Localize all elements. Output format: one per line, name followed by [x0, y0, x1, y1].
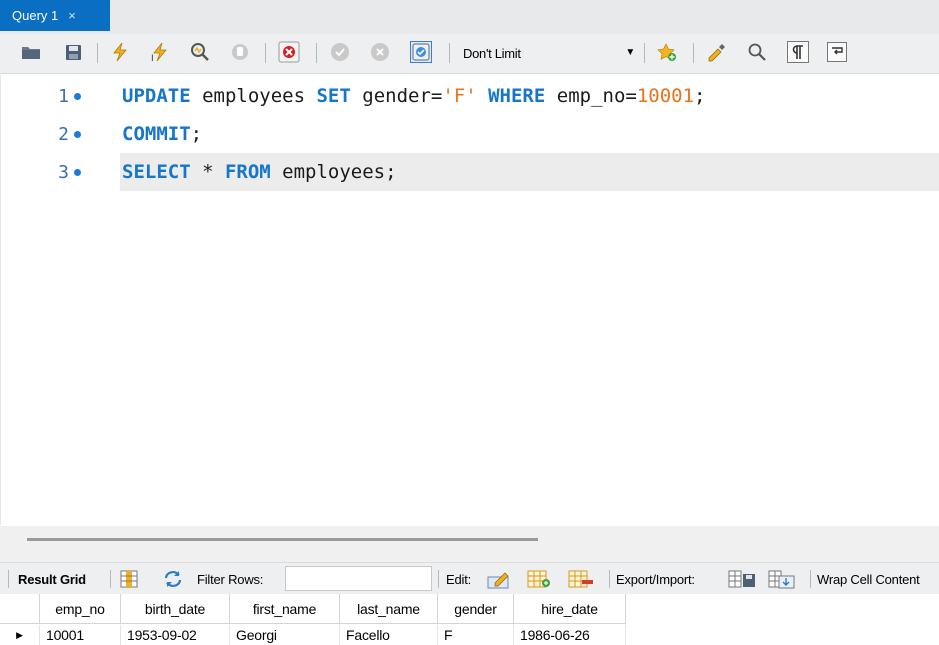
toolbar-separator [810, 570, 811, 588]
execute-icon[interactable] [109, 41, 131, 63]
grid-header-row: emp_no birth_date first_name last_name g… [0, 594, 626, 624]
toolbar-separator [449, 43, 450, 63]
code-line: UPDATE employees SET gender='F' WHERE em… [122, 85, 705, 107]
toolbar-separator [8, 570, 9, 588]
grid-cell[interactable]: 1986-06-26 [514, 625, 626, 645]
add-snippet-icon[interactable] [656, 41, 678, 63]
editor-line-2: 2 COMMIT; [1, 115, 939, 153]
line-number: 2 [58, 123, 69, 145]
toolbar-separator [97, 43, 98, 63]
close-tab-icon[interactable]: × [68, 8, 76, 23]
column-header-birth-date[interactable]: birth_date [121, 594, 230, 624]
column-header-first-name[interactable]: first_name [230, 594, 340, 624]
toolbar-separator [265, 43, 266, 63]
sql-string: 'F' [442, 85, 477, 107]
statement-marker-icon [74, 130, 81, 138]
tab-title: Query 1 [12, 8, 59, 23]
filter-rows-input[interactable] [285, 566, 432, 591]
export-icon[interactable] [728, 569, 756, 589]
statement-marker-icon [74, 168, 81, 176]
toolbar-separator [609, 570, 610, 588]
toolbar-separator [438, 570, 439, 588]
save-icon[interactable] [62, 41, 84, 63]
grid-layout-icon[interactable] [120, 569, 138, 589]
rollback-icon[interactable] [369, 41, 391, 63]
grid-cell[interactable]: Georgi [230, 625, 340, 645]
horizontal-scrollbar[interactable] [27, 538, 538, 541]
editor-line-1: 1 UPDATE employees SET gender='F' WHERE … [1, 77, 939, 115]
sql-keyword: FROM [224, 161, 271, 183]
sql-keyword: SET [316, 85, 351, 107]
result-grid: emp_no birth_date first_name last_name g… [0, 594, 939, 645]
filter-rows-label: Filter Rows: [197, 571, 264, 587]
refresh-icon[interactable] [163, 569, 183, 589]
import-icon[interactable] [768, 569, 796, 589]
column-header-last-name[interactable]: last_name [340, 594, 438, 624]
grid-cell[interactable]: 1953-09-02 [121, 625, 230, 645]
line-number: 1 [58, 85, 69, 107]
sql-keyword: COMMIT [122, 123, 191, 145]
grid-cell[interactable]: 10001 [40, 625, 121, 645]
sql-text: emp_no= [545, 85, 637, 107]
toolbar-separator [693, 43, 694, 63]
toolbar-separator [110, 570, 111, 588]
sql-text: ; [190, 123, 203, 145]
autocommit-icon[interactable] [410, 41, 432, 63]
sql-editor-toolbar: I Don't Limit ▼ [0, 34, 939, 74]
edit-row-icon[interactable] [487, 569, 511, 589]
commit-icon[interactable] [329, 41, 351, 63]
table-row[interactable]: ▶ 10001 1953-09-02 Georgi Facello F 1986… [0, 625, 626, 645]
sql-text: ; [694, 85, 706, 107]
grid-cell[interactable]: F [438, 625, 514, 645]
toolbar-separator [644, 43, 645, 63]
sql-text: gender= [350, 85, 443, 107]
result-toolbar: Result Grid Filter Rows: Edit: Export/Im… [0, 562, 939, 594]
query-tab-bar: Query 1 × [0, 0, 939, 34]
panel-splitter[interactable] [0, 526, 939, 562]
line-number: 3 [58, 161, 69, 183]
svg-text:I: I [151, 54, 154, 62]
column-header-hire-date[interactable]: hire_date [514, 594, 626, 624]
code-line: SELECT * FROM employees; [122, 161, 397, 183]
invisible-chars-icon[interactable] [787, 41, 809, 63]
sql-text: employees [190, 85, 317, 107]
column-header-gender[interactable]: gender [438, 594, 514, 624]
explain-icon[interactable] [189, 41, 211, 63]
grid-cell[interactable]: Facello [340, 625, 438, 645]
code-line: COMMIT; [122, 123, 202, 145]
sql-text: employees; [270, 161, 397, 183]
edit-label: Edit: [446, 571, 472, 587]
delete-row-icon[interactable] [568, 569, 594, 589]
open-folder-icon[interactable] [20, 41, 42, 63]
limit-rows-select[interactable]: Don't Limit ▼ [457, 42, 639, 64]
beautify-icon[interactable] [706, 41, 728, 63]
sql-number: 10001 [636, 85, 695, 107]
statement-marker-icon [74, 92, 81, 100]
result-grid-tab[interactable]: Result Grid [18, 569, 86, 589]
toolbar-separator [316, 43, 317, 63]
export-import-label: Export/Import: [616, 571, 695, 587]
execute-current-icon[interactable]: I [149, 41, 171, 63]
toggle-error-icon[interactable] [278, 41, 300, 63]
editor-line-3: 3 SELECT * FROM employees; [1, 153, 939, 191]
stop-icon[interactable] [229, 41, 251, 63]
sql-text: * [190, 161, 225, 183]
sql-keyword: WHERE [488, 85, 546, 107]
chevron-down-icon: ▼ [625, 47, 635, 58]
insert-row-icon[interactable] [527, 569, 551, 589]
sql-keyword: SELECT [122, 161, 191, 183]
word-wrap-icon[interactable] [827, 42, 847, 62]
limit-rows-value: Don't Limit [463, 45, 521, 61]
sql-keyword: UPDATE [122, 85, 191, 107]
tab-query-1[interactable]: Query 1 × [0, 0, 110, 31]
wrap-cell-content-toggle[interactable]: Wrap Cell Content [817, 569, 920, 589]
column-header-emp-no[interactable]: emp_no [40, 594, 121, 624]
find-icon[interactable] [746, 41, 768, 63]
row-indicator-header [0, 594, 40, 624]
current-row-indicator-icon: ▶ [0, 625, 40, 645]
sql-editor[interactable]: 1 UPDATE employees SET gender='F' WHERE … [0, 75, 939, 525]
